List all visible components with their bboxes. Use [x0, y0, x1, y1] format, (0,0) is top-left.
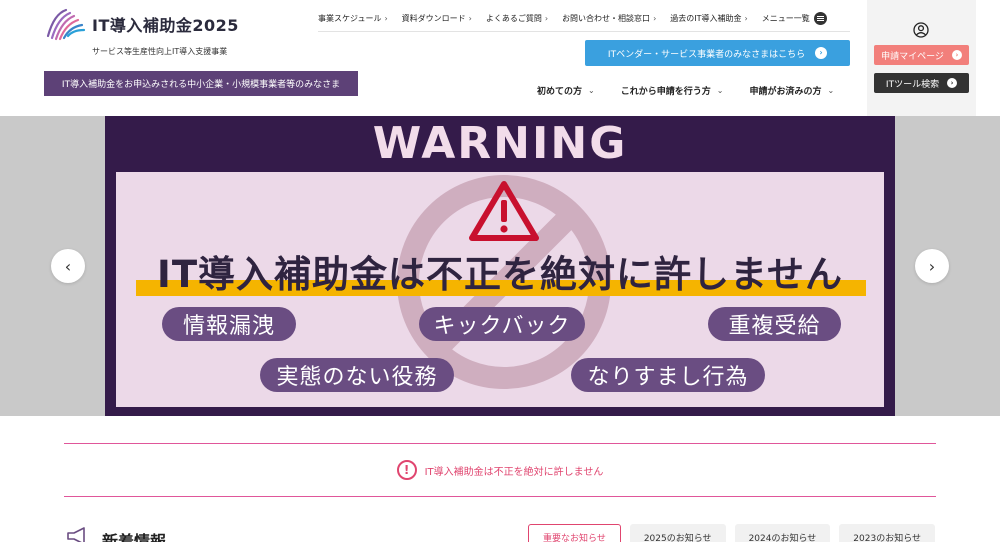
mainnav-applying[interactable]: これから申請を行う方 ⌄ — [621, 84, 724, 97]
warning-heading: WARNING — [372, 118, 628, 169]
chevron-down-icon: ⌄ — [827, 86, 835, 95]
fraud-type-pill: 実態のない役務 — [260, 358, 454, 392]
arrow-right-circle-icon: › — [947, 78, 958, 88]
chevron-right-icon: › — [468, 14, 472, 23]
topnav-label: 事業スケジュール — [318, 14, 382, 23]
tab-news-2025[interactable]: 2025のお知らせ — [629, 524, 726, 542]
topnav-schedule[interactable]: 事業スケジュール › — [318, 13, 388, 24]
logo-title: IT導入補助金2025 — [92, 16, 239, 35]
user-account-icon[interactable] — [913, 22, 929, 38]
megaphone-icon — [67, 527, 85, 542]
fraud-type-pill: 情報漏洩 — [162, 307, 296, 341]
fraud-type-pill: なりすまし行為 — [571, 358, 765, 392]
fraud-type-pill: 重複受給 — [708, 307, 841, 341]
news-section-title: 新着情報 — [102, 532, 167, 542]
mainnav-applied[interactable]: 申請がお済みの方 ⌄ — [749, 84, 834, 97]
topnav-faq[interactable]: よくあるご質問 › — [486, 13, 548, 24]
topnav-label: メニュー一覧 — [761, 14, 810, 23]
fraud-type-pill: キックバック — [419, 307, 585, 341]
chevron-left-icon: ‹ — [64, 256, 72, 276]
carousel-prev-button[interactable]: ‹ — [51, 249, 85, 283]
exclamation-circle-icon: ! — [396, 460, 417, 480]
sme-audience-banner[interactable]: IT導入補助金をお申込みされる中小企業・小規模事業者等のみなさま — [44, 71, 358, 96]
carousel-slide[interactable]: WARNING IT導入補助金は不正を絶対に許しません 情報漏洩 キックバック … — [105, 116, 895, 416]
mypage-label: 申請マイページ — [881, 51, 944, 62]
news-tabs: 重要なお知らせ 2025のお知らせ 2024のお知らせ 2023のお知らせ — [528, 524, 944, 542]
mainnav-label: これから申請を行う方 — [620, 87, 711, 97]
tool-search-label: ITツール検索 — [885, 79, 940, 90]
tab-news-2024[interactable]: 2024のお知らせ — [734, 524, 831, 542]
mainnav-label: 申請がお済みの方 — [749, 87, 822, 97]
vendor-entry-button[interactable]: ITベンダー・サービス事業者のみなさまはこちら › — [585, 40, 850, 66]
site-logo[interactable]: IT導入補助金2025 — [44, 6, 239, 42]
slide-panel: IT導入補助金は不正を絶対に許しません 情報漏洩 キックバック 重複受給 実態の… — [116, 172, 884, 407]
tab-news-2023[interactable]: 2023のお知らせ — [839, 524, 936, 542]
warning-triangle-icon — [469, 181, 539, 241]
account-side-panel: 申請マイページ › ITツール検索 › — [867, 0, 976, 116]
mainnav-label: 初めての方 — [537, 87, 583, 97]
topnav-label: よくあるご質問 — [485, 14, 542, 23]
arrow-right-circle-icon: › — [815, 47, 828, 59]
chevron-right-icon: › — [384, 14, 388, 23]
top-utility-nav: 事業スケジュール › 資料ダウンロード › よくあるご質問 › お問い合わせ・相談窓口… — [318, 6, 850, 32]
hamburger-menu-icon — [813, 12, 827, 25]
main-nav: 初めての方 ⌄ これから申請を行う方 ⌄ 申請がお済みの方 ⌄ — [537, 84, 860, 97]
chevron-right-icon: › — [544, 14, 549, 23]
site-header: IT導入補助金2025 サービス等生産性向上IT導入支援事業 IT導入補助金をお… — [0, 0, 1000, 116]
mainnav-first-time[interactable]: 初めての方 ⌄ — [537, 84, 595, 97]
topnav-downloads[interactable]: 資料ダウンロード › — [402, 13, 472, 24]
tab-important-news[interactable]: 重要なお知らせ — [528, 524, 621, 542]
topnav-menu-list[interactable]: メニュー一覧 — [762, 12, 827, 25]
it-tool-search-button[interactable]: ITツール検索 › — [874, 73, 969, 93]
logo-mark-icon — [46, 8, 86, 41]
arrow-right-circle-icon: › — [951, 50, 962, 60]
chevron-right-icon: › — [653, 14, 657, 23]
alert-text: IT導入補助金は不正を絶対に許しません — [424, 466, 604, 478]
application-mypage-button[interactable]: 申請マイページ › — [874, 45, 969, 65]
slide-headline: IT導入補助金は不正を絶対に許しません — [157, 253, 843, 296]
chevron-right-icon: › — [744, 14, 748, 23]
chevron-down-icon: ⌄ — [716, 86, 724, 95]
topnav-contact[interactable]: お問い合わせ・相談窓口 › — [562, 13, 656, 24]
hero-carousel: WARNING IT導入補助金は不正を絶対に許しません 情報漏洩 キックバック … — [0, 116, 1000, 416]
chevron-right-icon: › — [928, 256, 936, 276]
topnav-past-programs[interactable]: 過去のIT導入補助金 › — [670, 13, 747, 24]
logo-subtitle: サービス等生産性向上IT導入支援事業 — [92, 47, 228, 56]
vendor-button-label: ITベンダー・サービス事業者のみなさまはこちら — [607, 49, 806, 60]
topnav-label: 過去のIT導入補助金 — [670, 14, 742, 23]
topnav-label: 資料ダウンロード — [401, 14, 466, 23]
chevron-down-icon: ⌄ — [588, 86, 595, 95]
fraud-alert-notice[interactable]: ! IT導入補助金は不正を絶対に許しません — [64, 443, 936, 497]
topnav-label: お問い合わせ・相談窓口 — [562, 14, 651, 23]
carousel-next-button[interactable]: › — [915, 249, 949, 283]
